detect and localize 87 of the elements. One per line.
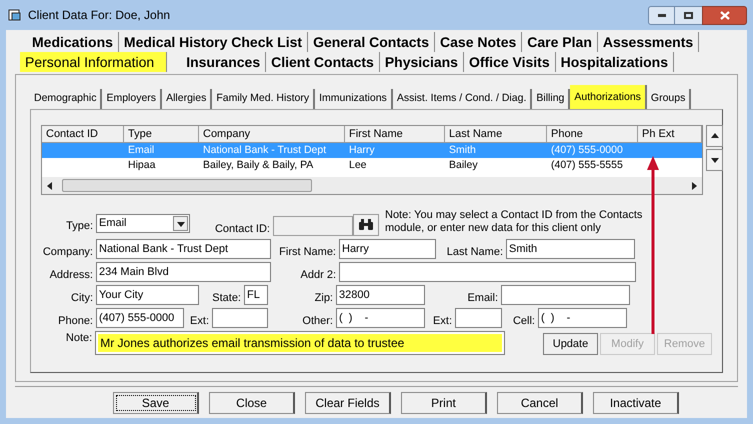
text-field[interactable]: (407) 555-0000 — [96, 308, 184, 328]
scroll-down-button[interactable] — [706, 149, 723, 171]
text-field[interactable]: National Bank - Trust Dept — [96, 239, 271, 259]
type-dropdown[interactable]: Email — [96, 214, 190, 233]
tab[interactable]: Client Contacts — [266, 52, 380, 72]
table-cell-text: Smith — [448, 143, 477, 158]
table-cell-text: Bailey, Baily & Baily, PA — [202, 158, 314, 173]
contact-id-field[interactable] — [273, 216, 353, 236]
field-label: Zip: — [314, 292, 334, 305]
field-label: Address: — [48, 269, 94, 282]
footer-button[interactable]: Inactivate — [593, 392, 679, 414]
table-cell-text: Hipaa — [127, 158, 156, 173]
footer-button[interactable]: Cancel — [497, 392, 583, 414]
text-field[interactable]: ( ) - — [336, 308, 425, 328]
footer-button[interactable]: Close — [209, 392, 295, 414]
text-field[interactable]: FL — [244, 285, 268, 305]
scroll-left-icon — [46, 182, 54, 190]
table-cell-text: Email — [127, 143, 156, 158]
field-label: State: — [211, 292, 242, 305]
text-field[interactable] — [339, 262, 636, 282]
text-field[interactable] — [455, 308, 502, 328]
tab[interactable]: General Contacts — [308, 32, 436, 52]
tab[interactable]: Family Med. History — [212, 89, 316, 109]
maximize-button[interactable] — [675, 6, 702, 24]
field-label: Addr 2: — [300, 269, 337, 282]
tab[interactable]: Physicians — [380, 52, 464, 72]
tab[interactable]: Insurances — [181, 52, 266, 72]
table-cell-text: (407) 555-5555 — [550, 158, 624, 173]
text-field[interactable]: Harry — [339, 239, 436, 259]
tab[interactable]: Care Plan — [522, 32, 598, 52]
text-field[interactable] — [501, 285, 630, 305]
binoculars-icon — [358, 219, 374, 231]
field-label: Phone: — [57, 315, 94, 328]
tab[interactable]: Office Visits — [464, 52, 556, 72]
field-label: Type: — [65, 219, 94, 233]
field-label: City: — [70, 292, 94, 305]
table-cell-text: National Bank - Trust Dept — [202, 143, 328, 158]
note-text: Note: You may select a Contact ID from the Contacts module, or enter new data for this client only — [385, 209, 644, 235]
table-cell-text: Lee — [348, 158, 368, 173]
field-label: Company: — [42, 246, 94, 259]
text-field[interactable]: ( ) - — [538, 308, 627, 328]
field-label: Other: — [301, 315, 334, 328]
tab[interactable]: Assist. Items / Cond. / Diag. — [392, 89, 532, 109]
table-cell-text: Harry — [348, 143, 376, 158]
minimize-button[interactable] — [648, 6, 675, 24]
footer-button[interactable]: Save — [113, 392, 199, 414]
field-label: First Name: — [278, 246, 337, 259]
note-field[interactable]: Mr Jones authorizes email transmission of data to trustee — [95, 331, 505, 355]
text-field[interactable] — [212, 308, 268, 328]
scroll-up-button[interactable] — [706, 125, 723, 147]
close-icon — [720, 10, 730, 20]
text-field[interactable]: 234 Main Blvd — [96, 262, 271, 282]
tab[interactable]: Immunizations — [315, 89, 393, 109]
form-button[interactable]: Update — [543, 333, 598, 355]
up-arrow-icon — [710, 132, 718, 140]
binoculars-button[interactable] — [353, 214, 379, 236]
tab[interactable]: Case Notes — [435, 32, 522, 52]
close-button[interactable] — [702, 6, 747, 24]
tab[interactable]: Authorizations — [570, 85, 647, 109]
field-label: Last Name: — [446, 246, 504, 259]
dropdown-arrow-icon — [176, 220, 184, 228]
tab[interactable]: Groups — [646, 89, 692, 109]
tab[interactable]: Allergies — [162, 89, 212, 109]
footer-button[interactable]: Print — [401, 392, 487, 414]
field-label: Ext: — [432, 315, 453, 328]
scroll-right-icon — [690, 182, 698, 190]
footer-button[interactable]: Clear Fields — [305, 392, 391, 414]
field-label: Note: — [64, 331, 94, 345]
text-field[interactable]: Smith — [506, 239, 635, 259]
table-cell-text: (407) 555-0000 — [550, 143, 624, 158]
field-label: Contact ID: — [214, 222, 271, 236]
tab[interactable]: Demographic — [30, 89, 102, 109]
field-label: Cell: — [512, 315, 536, 328]
table-cell-text: Bailey — [448, 158, 479, 173]
tab[interactable]: Employers — [102, 89, 162, 109]
tab[interactable]: Hospitalizations — [556, 52, 674, 72]
tab[interactable]: Personal Information — [20, 52, 168, 72]
horizontal-scrollbar[interactable] — [42, 177, 702, 194]
tab[interactable]: Assessments — [598, 32, 700, 52]
window-title: Client Data For: Doe, John — [28, 7, 170, 24]
text-field[interactable]: 32800 — [336, 285, 425, 305]
field-label: Ext: — [189, 315, 210, 328]
app-icon — [8, 8, 22, 22]
text-field[interactable]: Your City — [96, 285, 199, 305]
down-arrow-icon — [710, 156, 718, 164]
table-row[interactable]: Hipaa Bailey, Baily & Baily, PA Lee Bailey (407) 555-5555 — [42, 158, 702, 173]
field-label: Email: — [466, 292, 499, 305]
